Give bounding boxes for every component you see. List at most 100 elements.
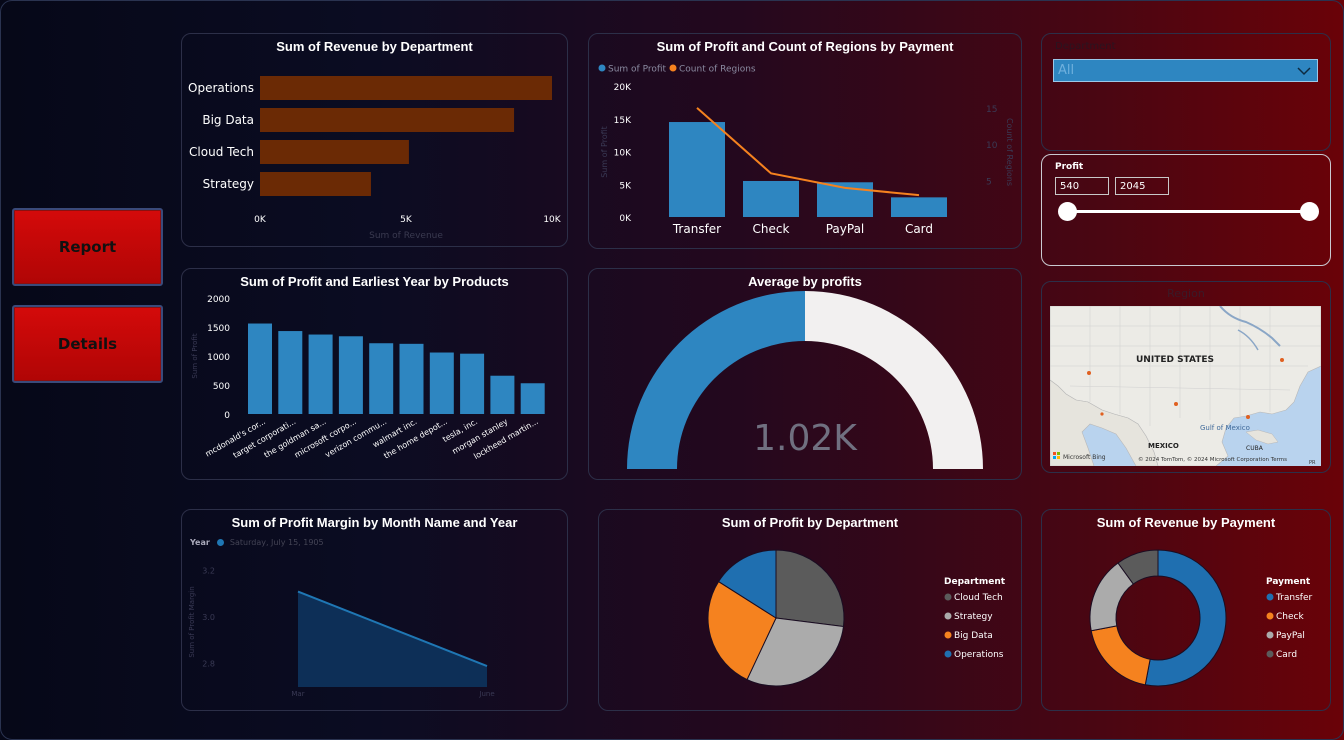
y-tick-label: 3.2: [202, 567, 215, 576]
y-tick-label: 5K: [619, 181, 632, 191]
category-label: Operations: [188, 81, 254, 95]
legend-label: Cloud Tech: [954, 593, 1003, 603]
product-bar: [429, 352, 454, 414]
legend-title: Payment: [1266, 577, 1311, 587]
legend-label: PayPal: [1276, 631, 1305, 641]
map-copyright[interactable]: © 2024 TomTom, © 2024 Microsoft Corporat…: [1138, 456, 1287, 463]
legend-label: Transfer: [1275, 593, 1312, 603]
x-tick-label: June: [478, 690, 494, 698]
slider-max-handle[interactable]: [1300, 202, 1319, 221]
x-tick-label: Check: [753, 222, 790, 236]
revenue-by-department-chart[interactable]: Sum of Revenue by Department Operations B…: [181, 33, 568, 247]
y-axis-title: Sum of Profit Margin: [188, 586, 196, 657]
profit-max-input[interactable]: 2045: [1115, 177, 1169, 195]
product-bar: [278, 331, 303, 414]
revenue-bar: [260, 76, 552, 100]
y-axis-title: Sum of Profit: [191, 333, 199, 378]
y-tick-label: 10K: [614, 149, 632, 159]
profit-by-department-pie[interactable]: Sum of Profit by Department Department Cl…: [598, 509, 1022, 711]
product-bar: [338, 336, 363, 414]
y2-tick-label: 5: [986, 178, 992, 188]
slicer-title: Department: [1055, 41, 1116, 52]
y2-tick-label: 10: [986, 141, 998, 151]
category-label: Big Data: [202, 113, 254, 127]
y-tick-label: 2000: [207, 295, 230, 305]
region-map-visual[interactable]: Region UNITED STATES MEXICO Gulf of Mexi…: [1041, 281, 1331, 473]
legend-label: Card: [1276, 650, 1297, 660]
slider-min-handle[interactable]: [1058, 202, 1077, 221]
pie-svg: Department Cloud Tech Strategy Big Data Oper…: [707, 549, 1006, 687]
category-label: Strategy: [203, 177, 254, 191]
legend-label: Strategy: [954, 612, 993, 622]
profit-margin-area-chart[interactable]: Sum of Profit Margin by Month Name and Y…: [181, 509, 568, 711]
y-tick-label: 2.8: [202, 660, 215, 669]
label-cuba: CUBA: [1246, 445, 1264, 452]
category-label: Cloud Tech: [189, 145, 254, 159]
gauge-value: 1.02K: [753, 418, 858, 459]
profit-regions-by-payment-chart[interactable]: Sum of Profit and Count of Regions by Pa…: [588, 33, 1022, 249]
product-bar: [490, 375, 515, 414]
x-tick-label: PayPal: [826, 222, 865, 236]
x-tick-label: Transfer: [672, 222, 721, 236]
x-tick-label: Mar: [291, 690, 304, 698]
legend-label: Check: [1276, 612, 1304, 622]
slicer-title: Profit: [1055, 162, 1084, 172]
y-tick-label: 0K: [619, 214, 632, 224]
department-slicer[interactable]: Department All: [1041, 33, 1331, 151]
legend-marker: [1266, 612, 1274, 620]
product-bar: [308, 334, 333, 414]
y-tick-label: 500: [213, 382, 230, 392]
x-tick-label: 5K: [400, 215, 413, 225]
regions-count-line: [696, 107, 920, 197]
map-corner-label: PR: [1309, 460, 1316, 466]
product-bar: [460, 353, 485, 414]
profit-bar: [669, 122, 725, 217]
legend-label: Operations: [954, 650, 1004, 660]
revenue-bar-svg: Operations Big Data Cloud Tech Strategy 0K 5K…: [188, 76, 562, 241]
legend-label: Big Data: [954, 631, 993, 641]
legend-marker: [944, 593, 952, 601]
label-gulf: Gulf of Mexico: [1200, 424, 1250, 432]
legend-marker: [944, 612, 952, 620]
details-button[interactable]: Details: [12, 305, 163, 383]
profit-payment-svg: Sum of Profit Count of Regions 20K 15K 10K 5K…: [598, 64, 1014, 236]
product-bar: [248, 323, 272, 414]
map-title: Region: [1167, 287, 1205, 300]
pie-slice: [775, 549, 845, 628]
product-bar: [369, 343, 394, 414]
y-tick-label: 1000: [207, 353, 230, 363]
y-tick-label: 15K: [614, 116, 632, 126]
profit-slicer[interactable]: Profit 540 2045: [1041, 154, 1331, 266]
x-tick-label: 0K: [254, 215, 267, 225]
report-button[interactable]: Report: [12, 208, 163, 286]
y-tick-label: 20K: [614, 83, 632, 93]
profit-min-input[interactable]: 540: [1055, 177, 1109, 195]
margin-area: [298, 591, 487, 687]
us-map[interactable]: UNITED STATES MEXICO Gulf of Mexico CUBA…: [1050, 306, 1321, 466]
profit-by-products-chart[interactable]: Sum of Profit and Earliest Year by Produ…: [181, 268, 568, 480]
x-tick-label: Card: [905, 222, 933, 236]
x-axis-title: Sum of Revenue: [369, 231, 443, 241]
legend-marker: [669, 64, 677, 72]
pie-slice: [1090, 625, 1151, 686]
product-bar: [399, 343, 424, 414]
y-tick-label: 1500: [207, 324, 230, 334]
map-logo-text: Microsoft Bing: [1063, 454, 1106, 461]
y2-tick-label: 15: [986, 105, 997, 115]
profit-bar: [743, 180, 799, 217]
y-axis-title: Sum of Profit: [600, 126, 609, 178]
legend-label: Sum of Profit: [608, 65, 667, 75]
average-profit-gauge[interactable]: Average by profits 1.02K: [588, 268, 1022, 480]
y-tick-label: 0: [224, 411, 230, 421]
products-bar-svg: 2000150010005000Sum of Profitmcdonald's …: [191, 295, 545, 461]
revenue-by-payment-donut[interactable]: Sum of Revenue by Payment Payment Transfe…: [1041, 509, 1331, 711]
revenue-bar: [260, 140, 409, 164]
y-tick-label: 3.0: [202, 613, 215, 622]
margin-area-svg: 3.2 3.0 2.8 Sum of Profit Margin Mar June: [188, 567, 495, 698]
department-dropdown[interactable]: All: [1053, 59, 1318, 82]
label-mexico: MEXICO: [1148, 442, 1179, 450]
donut-svg: Payment Transfer Check PayPal Card: [1089, 549, 1312, 687]
x-tick-label: 10K: [543, 215, 561, 225]
dropdown-value: All: [1058, 63, 1075, 78]
legend-title: Department: [944, 577, 1006, 587]
